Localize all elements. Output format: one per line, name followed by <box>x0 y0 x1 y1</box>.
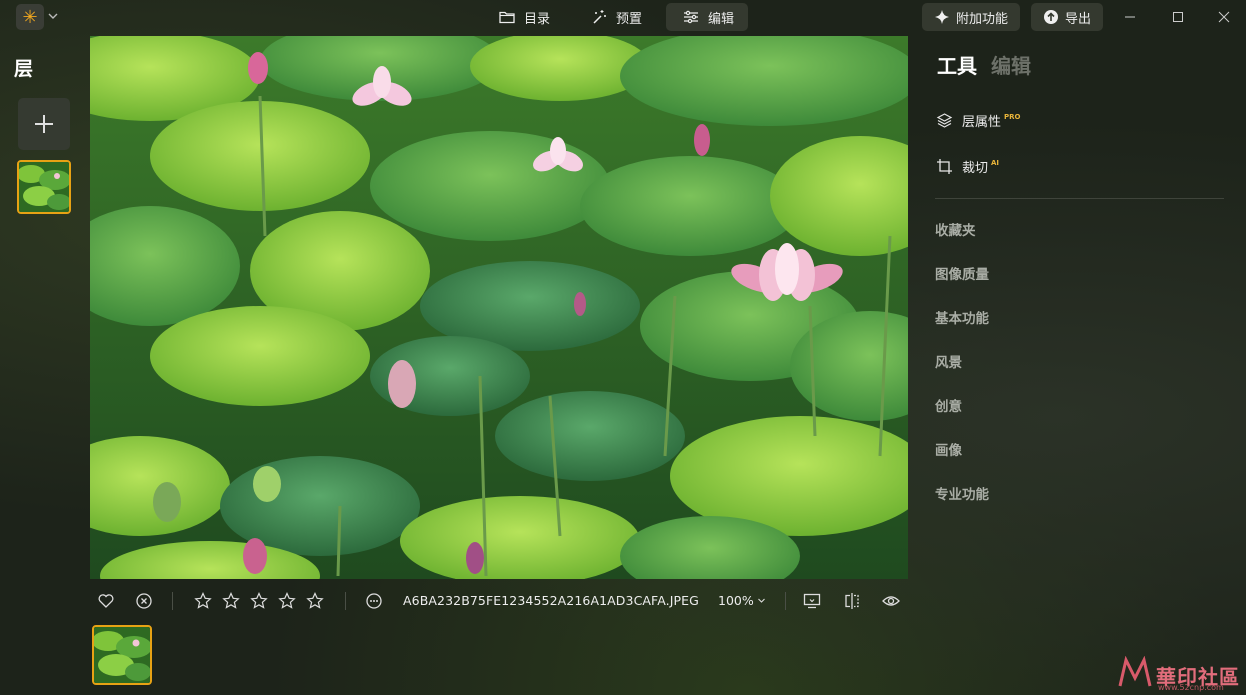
zoom-dropdown[interactable]: 100% <box>718 593 766 608</box>
minimize-button[interactable] <box>1120 7 1140 27</box>
monitor-compare-icon <box>803 593 821 609</box>
zoom-value: 100% <box>718 593 754 608</box>
watermark-logo-icon <box>1118 656 1152 687</box>
toolbar-divider <box>785 592 786 610</box>
crop-icon <box>937 159 952 174</box>
star-icon <box>306 592 324 609</box>
reject-button[interactable] <box>134 591 154 611</box>
tab-presets[interactable]: 预置 <box>574 3 656 31</box>
title-bar: ✳ 目录 预置 编辑 附加功能 导出 <box>0 0 1246 34</box>
rating-star-1[interactable] <box>193 591 213 611</box>
reject-circle-x-icon <box>136 593 152 609</box>
rating-star-2[interactable] <box>221 591 241 611</box>
close-icon <box>1218 11 1230 23</box>
nav-tabs: 目录 预置 编辑 <box>482 3 749 31</box>
tab-edit-label: 编辑 <box>708 11 735 27</box>
tool-crop[interactable]: 裁切 AI <box>936 157 999 176</box>
category-creative[interactable]: 创意 <box>935 395 962 415</box>
tab-catalog-label: 目录 <box>524 11 551 27</box>
toolbar-divider <box>345 592 346 610</box>
category-landscape[interactable]: 风景 <box>935 351 962 371</box>
star-icon <box>222 592 240 609</box>
category-professional[interactable]: 专业功能 <box>935 483 989 503</box>
tab-presets-label: 预置 <box>616 11 643 27</box>
tool-layer-properties[interactable]: 层属性 PRO <box>936 111 1021 130</box>
filmstrip-thumbnail[interactable] <box>92 625 152 685</box>
ai-badge: AI <box>991 158 1000 167</box>
addons-button[interactable]: 附加功能 <box>922 3 1021 31</box>
add-layer-button[interactable] <box>18 98 70 150</box>
chevron-down-icon[interactable] <box>47 9 59 23</box>
toolbar-divider <box>172 592 173 610</box>
tab-edits[interactable]: 编辑 <box>991 50 1031 79</box>
star-icon <box>250 592 268 609</box>
export-upload-icon <box>1044 10 1058 24</box>
lotus-thumbnail-image <box>94 627 150 683</box>
site-watermark: 華印社區 www.52cnp.com <box>1118 656 1240 692</box>
folder-icon <box>499 11 515 24</box>
more-options-button[interactable] <box>364 591 384 611</box>
maximize-icon <box>1173 12 1183 22</box>
tab-edit[interactable]: 编辑 <box>666 3 749 31</box>
lotus-pond-photo <box>90 36 908 579</box>
split-view-button[interactable] <box>842 591 862 611</box>
layer-thumbnail[interactable] <box>17 160 71 214</box>
category-favorites[interactable]: 收藏夹 <box>935 219 976 239</box>
tool-crop-label: 裁切 <box>962 161 989 176</box>
addons-label: 附加功能 <box>956 11 1009 27</box>
favorite-button[interactable] <box>96 591 116 611</box>
category-image-quality[interactable]: 图像质量 <box>935 263 989 283</box>
sun-logo-icon: ✳ <box>22 6 38 28</box>
tab-catalog[interactable]: 目录 <box>482 3 564 31</box>
maximize-button[interactable] <box>1168 7 1188 27</box>
star-icon <box>278 592 296 609</box>
more-dots-icon <box>366 593 382 609</box>
rating-star-4[interactable] <box>277 591 297 611</box>
tab-tools[interactable]: 工具 <box>937 50 977 79</box>
layers-panel-title: 层 <box>14 58 34 80</box>
file-name: A6BA232B75FE1234552A216A1AD3CAFA.JPEG <box>403 593 699 608</box>
star-icon <box>194 592 212 609</box>
export-label: 导出 <box>1065 11 1092 27</box>
category-portrait[interactable]: 画像 <box>935 439 962 459</box>
category-essentials[interactable]: 基本功能 <box>935 307 989 327</box>
heart-icon <box>98 594 114 608</box>
magic-wand-icon <box>593 10 607 24</box>
panel-divider <box>935 198 1224 199</box>
watermark-url: www.52cnp.com <box>1158 683 1224 692</box>
right-panel-tabs: 工具 编辑 <box>937 50 1031 79</box>
minimize-icon <box>1125 16 1135 18</box>
bottom-toolbar: A6BA232B75FE1234552A216A1AD3CAFA.JPEG 10… <box>90 586 908 616</box>
sparkle-icon <box>935 10 949 24</box>
close-button[interactable] <box>1214 7 1234 27</box>
chevron-down-icon <box>757 598 765 603</box>
main-photo-canvas[interactable] <box>90 36 908 579</box>
compare-view-button[interactable] <box>802 591 822 611</box>
app-logo-button[interactable]: ✳ <box>16 4 44 30</box>
sliders-icon <box>684 10 699 24</box>
lotus-thumbnail-image <box>19 162 69 212</box>
rating-star-5[interactable] <box>305 591 325 611</box>
pro-badge: PRO <box>1004 112 1021 121</box>
rating-star-3[interactable] <box>249 591 269 611</box>
layers-icon <box>936 113 953 128</box>
split-view-icon <box>845 593 859 609</box>
tool-layer-properties-label: 层属性 <box>962 115 1002 130</box>
eye-icon <box>882 596 900 606</box>
export-button[interactable]: 导出 <box>1031 3 1104 31</box>
plus-icon <box>35 115 53 133</box>
preview-toggle-button[interactable] <box>881 591 901 611</box>
